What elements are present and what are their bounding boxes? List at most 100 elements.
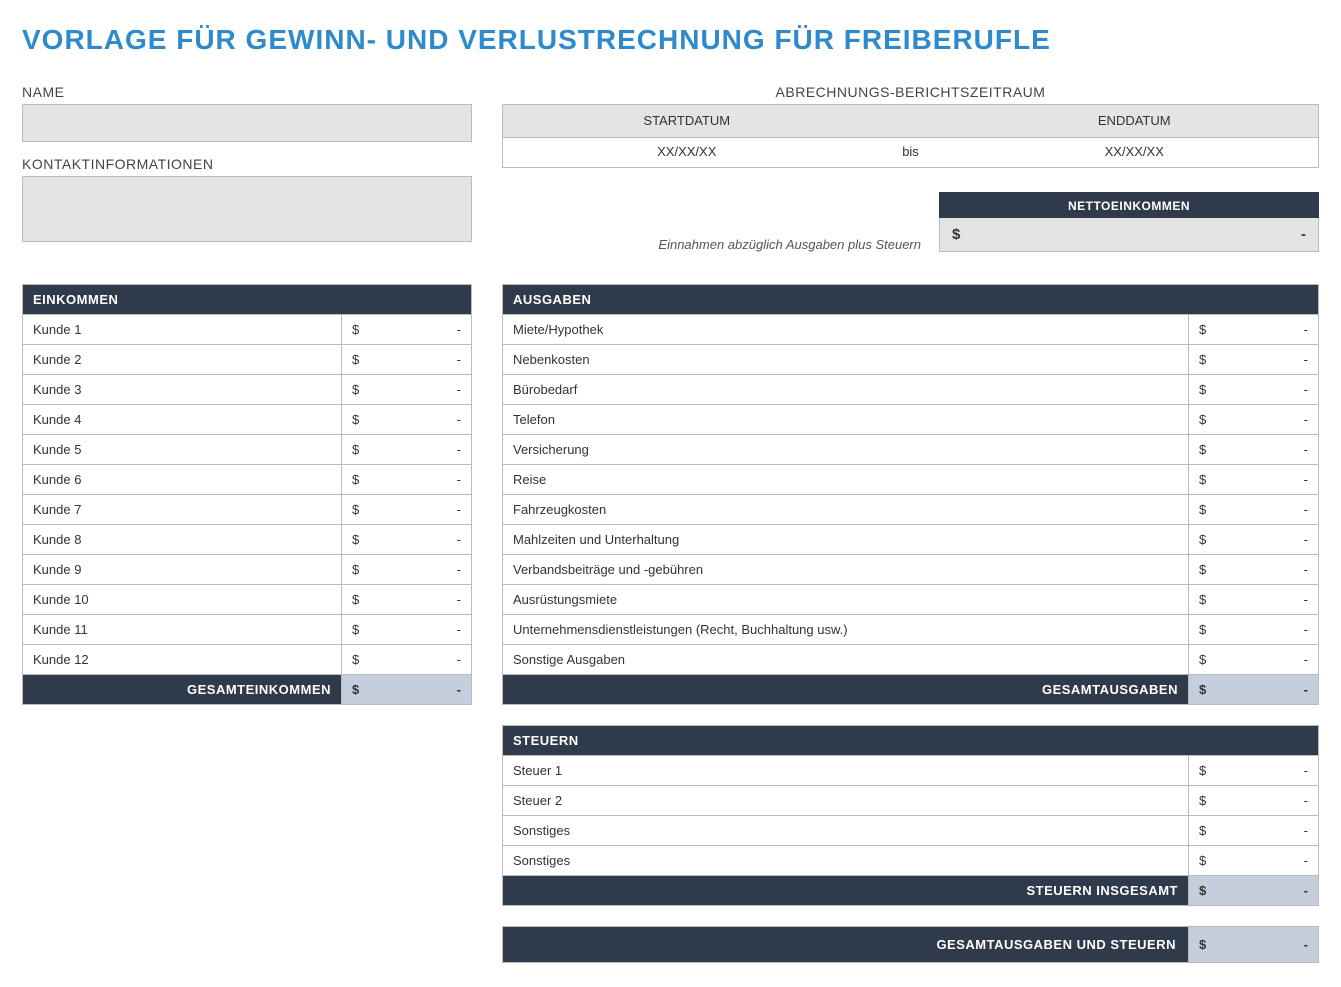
expenses-total-label: GESAMTAUSGABEN [503, 675, 1189, 705]
income-row: Kunde 5$- [23, 435, 472, 465]
income-row: Kunde 6$- [23, 465, 472, 495]
income-header: EINKOMMEN [23, 285, 472, 315]
income-amount[interactable]: $- [342, 375, 472, 405]
expense-label[interactable]: Nebenkosten [503, 345, 1189, 375]
income-amount[interactable]: $- [342, 345, 472, 375]
tax-amount[interactable]: $- [1189, 816, 1319, 846]
income-row: Kunde 2$- [23, 345, 472, 375]
income-row: Kunde 7$- [23, 495, 472, 525]
expense-label[interactable]: Bürobedarf [503, 375, 1189, 405]
tax-row: Sonstiges$- [503, 846, 1319, 876]
income-row: Kunde 11$- [23, 615, 472, 645]
expense-amount[interactable]: $- [1189, 495, 1319, 525]
income-label[interactable]: Kunde 3 [23, 375, 342, 405]
income-label[interactable]: Kunde 6 [23, 465, 342, 495]
tax-amount[interactable]: $- [1189, 846, 1319, 876]
expense-label[interactable]: Sonstige Ausgaben [503, 645, 1189, 675]
income-label[interactable]: Kunde 4 [23, 405, 342, 435]
income-amount[interactable]: $- [342, 615, 472, 645]
income-table: EINKOMMEN Kunde 1$-Kunde 2$-Kunde 3$-Kun… [22, 284, 472, 705]
tax-label[interactable]: Steuer 2 [503, 786, 1189, 816]
expenses-table: AUSGABEN Miete/Hypothek$-Nebenkosten$-Bü… [502, 284, 1319, 705]
income-row: Kunde 3$- [23, 375, 472, 405]
end-date-value[interactable]: XX/XX/XX [951, 138, 1319, 167]
tax-label[interactable]: Sonstiges [503, 846, 1189, 876]
expense-label[interactable]: Miete/Hypothek [503, 315, 1189, 345]
income-label[interactable]: Kunde 5 [23, 435, 342, 465]
period-header-row: STARTDATUM ENDDATUM [502, 104, 1319, 138]
income-amount[interactable]: $- [342, 315, 472, 345]
income-amount[interactable]: $- [342, 645, 472, 675]
income-label[interactable]: Kunde 1 [23, 315, 342, 345]
income-amount[interactable]: $- [342, 465, 472, 495]
expense-amount[interactable]: $- [1189, 345, 1319, 375]
income-amount[interactable]: $- [342, 405, 472, 435]
income-amount[interactable]: $- [342, 495, 472, 525]
contact-input[interactable] [22, 176, 472, 242]
expense-amount[interactable]: $- [1189, 435, 1319, 465]
income-row: Kunde 12$- [23, 645, 472, 675]
period-label: ABRECHNUNGS-BERICHTSZEITRAUM [502, 84, 1319, 100]
expense-row: Unternehmensdienstleistungen (Recht, Buc… [503, 615, 1319, 645]
expense-label[interactable]: Versicherung [503, 435, 1189, 465]
tax-label[interactable]: Steuer 1 [503, 756, 1189, 786]
expense-label[interactable]: Verbandsbeiträge und -gebühren [503, 555, 1189, 585]
net-income-note: Einnahmen abzüglich Ausgaben plus Steuer… [502, 237, 939, 252]
income-row: Kunde 4$- [23, 405, 472, 435]
expense-label[interactable]: Ausrüstungsmiete [503, 585, 1189, 615]
start-date-header: STARTDATUM [503, 105, 871, 137]
expense-amount[interactable]: $- [1189, 405, 1319, 435]
expense-label[interactable]: Mahlzeiten und Unterhaltung [503, 525, 1189, 555]
net-income-amount: - [1301, 226, 1306, 243]
expenses-header: AUSGABEN [503, 285, 1319, 315]
expense-amount[interactable]: $- [1189, 375, 1319, 405]
income-label[interactable]: Kunde 10 [23, 585, 342, 615]
income-row: Kunde 10$- [23, 585, 472, 615]
income-label[interactable]: Kunde 2 [23, 345, 342, 375]
income-row: Kunde 8$- [23, 525, 472, 555]
expense-row: Sonstige Ausgaben$- [503, 645, 1319, 675]
income-label[interactable]: Kunde 12 [23, 645, 342, 675]
taxes-total-label: STEUERN INSGESAMT [503, 876, 1189, 906]
name-input[interactable] [22, 104, 472, 142]
income-amount[interactable]: $- [342, 585, 472, 615]
expense-amount[interactable]: $- [1189, 465, 1319, 495]
income-label[interactable]: Kunde 9 [23, 555, 342, 585]
net-income-value: $ - [939, 218, 1319, 252]
expense-row: Ausrüstungsmiete$- [503, 585, 1319, 615]
start-date-value[interactable]: XX/XX/XX [503, 138, 871, 167]
expense-amount[interactable]: $- [1189, 555, 1319, 585]
tax-amount[interactable]: $- [1189, 756, 1319, 786]
expense-row: Nebenkosten$- [503, 345, 1319, 375]
expense-row: Bürobedarf$- [503, 375, 1319, 405]
tax-amount[interactable]: $- [1189, 786, 1319, 816]
income-total-value: $- [342, 675, 472, 705]
income-label[interactable]: Kunde 11 [23, 615, 342, 645]
taxes-table: STEUERN Steuer 1$-Steuer 2$-Sonstiges$-S… [502, 725, 1319, 906]
income-amount[interactable]: $- [342, 555, 472, 585]
tax-label[interactable]: Sonstiges [503, 816, 1189, 846]
net-income-header: NETTOEINKOMMEN [939, 192, 1319, 218]
expense-row: Verbandsbeiträge und -gebühren$- [503, 555, 1319, 585]
name-label: NAME [22, 84, 472, 100]
expenses-total-value: $- [1189, 675, 1319, 705]
income-label[interactable]: Kunde 7 [23, 495, 342, 525]
expense-label[interactable]: Reise [503, 465, 1189, 495]
expense-amount[interactable]: $- [1189, 585, 1319, 615]
expense-amount[interactable]: $- [1189, 315, 1319, 345]
expense-label[interactable]: Unternehmensdienstleistungen (Recht, Buc… [503, 615, 1189, 645]
net-income-currency: $ [952, 226, 960, 243]
expense-amount[interactable]: $- [1189, 645, 1319, 675]
expense-amount[interactable]: $- [1189, 525, 1319, 555]
expense-row: Reise$- [503, 465, 1319, 495]
period-sep-header [871, 105, 951, 137]
income-amount[interactable]: $- [342, 435, 472, 465]
expense-label[interactable]: Fahrzeugkosten [503, 495, 1189, 525]
income-amount[interactable]: $- [342, 525, 472, 555]
expense-row: Telefon$- [503, 405, 1319, 435]
grand-total-value: $- [1189, 927, 1319, 963]
income-label[interactable]: Kunde 8 [23, 525, 342, 555]
expense-label[interactable]: Telefon [503, 405, 1189, 435]
tax-row: Sonstiges$- [503, 816, 1319, 846]
expense-amount[interactable]: $- [1189, 615, 1319, 645]
